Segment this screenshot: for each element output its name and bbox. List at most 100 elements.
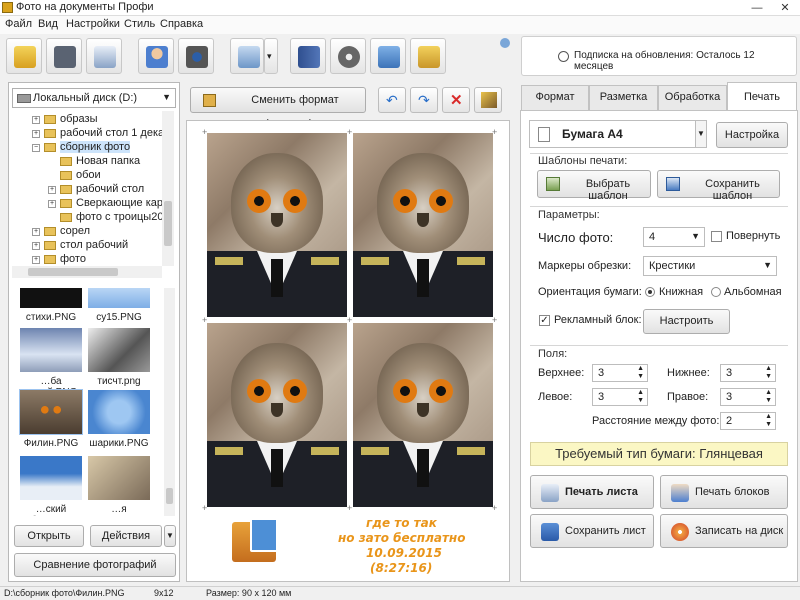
cart-button[interactable] (410, 38, 446, 74)
stepper-arrows-icon[interactable]: ▲ ▼ (637, 365, 644, 381)
thumbnail-item[interactable]: Филин.PNG (18, 389, 84, 449)
thumbnail-item[interactable]: …ский бор.PNG (18, 456, 84, 516)
thumbnail-item[interactable]: шарики.PNG (86, 390, 152, 449)
minimize-button[interactable]: — (744, 0, 770, 16)
choose-template-button[interactable]: Выбрать шаблон (537, 170, 651, 202)
crop-mark: + (202, 127, 208, 137)
thumbnail-item[interactable]: стихи.PNG (18, 288, 84, 323)
save-button[interactable] (46, 38, 82, 74)
collapse-icon[interactable]: − (32, 144, 40, 152)
thumbnail-image (19, 389, 83, 435)
spacing-stepper[interactable]: 2 ▲ ▼ (720, 412, 776, 430)
delete-button[interactable]: ✕ (442, 87, 470, 113)
drive-label: Локальный диск (D:) (33, 92, 138, 104)
menu-view[interactable]: Вид (38, 18, 58, 30)
thumbnail-item[interactable]: тисчт.png (86, 328, 152, 387)
close-toolbar-icon[interactable] (500, 38, 510, 48)
thumbnail-item[interactable]: …ба зимой.PNG (18, 328, 84, 398)
chevron-down-icon[interactable]: ▼ (695, 120, 707, 148)
stepper-arrows-icon[interactable]: ▲ ▼ (765, 413, 772, 429)
owl-photo[interactable] (353, 323, 493, 507)
burn-disc-button[interactable]: Записать на диск (660, 514, 788, 548)
expand-icon[interactable]: + (32, 130, 40, 138)
portrait-radio[interactable] (645, 287, 655, 297)
ad-block-checkbox[interactable]: ✓ (539, 315, 550, 326)
stepper-arrows-icon[interactable]: ▲ ▼ (637, 389, 644, 405)
rotate-right-button[interactable]: ↷ (410, 87, 438, 113)
tab-format[interactable]: Формат (521, 85, 589, 110)
book-button[interactable] (290, 38, 326, 74)
stepper-arrows-icon[interactable]: ▲ ▼ (765, 365, 772, 381)
film-button[interactable] (330, 38, 366, 74)
save-sheet-button[interactable]: Сохранить лист (530, 514, 654, 548)
print-button[interactable] (86, 38, 122, 74)
top-margin-stepper[interactable]: 3 ▲ ▼ (592, 364, 648, 382)
change-format-button[interactable]: Сменить формат фотографии (190, 87, 366, 130)
crop-mark: + (492, 315, 498, 325)
tree-horizontal-scrollbar[interactable] (12, 266, 162, 278)
drive-select[interactable]: Локальный диск (D:) ▼ (12, 88, 176, 108)
wizard-button[interactable] (6, 38, 42, 74)
left-margin-stepper[interactable]: 3 ▲ ▼ (592, 388, 648, 406)
floppy-icon (541, 523, 559, 541)
subscription-box[interactable]: Подписка на обновления: Осталось 12 меся… (521, 36, 797, 76)
stepper-arrows-icon[interactable]: ▲ ▼ (765, 389, 772, 405)
owl-photo[interactable] (353, 133, 493, 317)
paper-settings-button[interactable]: Настройка (716, 122, 788, 148)
chevron-down-icon: ▼ (691, 231, 700, 241)
paper-select[interactable]: Бумага А4 (529, 120, 707, 148)
configure-ad-button[interactable]: Настроить (643, 309, 730, 334)
owl-photo[interactable] (207, 133, 347, 317)
expand-icon[interactable]: + (32, 242, 40, 250)
actions-button[interactable]: Действия (90, 525, 162, 547)
menu-style[interactable]: Стиль (124, 18, 155, 30)
clock-icon (558, 51, 569, 62)
actions-dropdown[interactable]: ▼ (164, 525, 176, 547)
tab-print[interactable]: Печать (727, 82, 797, 111)
print-blocks-button[interactable]: Печать блоков (660, 475, 788, 509)
red-x-icon: ✕ (450, 92, 463, 109)
menu-settings[interactable]: Настройки (66, 18, 120, 30)
expand-icon[interactable]: + (32, 256, 40, 264)
landscape-radio[interactable] (711, 287, 721, 297)
camera-button[interactable] (178, 38, 214, 74)
right-margin-stepper[interactable]: 3 ▲ ▼ (720, 388, 776, 406)
tab-layout[interactable]: Разметка (589, 85, 658, 110)
person-button[interactable] (138, 38, 174, 74)
monitor-button[interactable] (230, 38, 264, 74)
tab-processing[interactable]: Обработка (658, 85, 727, 110)
scroll-thumb[interactable] (164, 201, 172, 246)
photo-count-select[interactable]: 4 ▼ (643, 227, 705, 247)
print-blocks-icon (671, 484, 689, 502)
compare-photos-button[interactable]: Сравнение фотографий (14, 553, 176, 577)
globe-button[interactable] (370, 38, 406, 74)
expand-icon[interactable]: + (32, 116, 40, 124)
markers-select[interactable]: Крестики ▼ (643, 256, 777, 276)
thumbnail-item[interactable]: cy15.PNG (86, 288, 152, 323)
thumbnail-scrollbar[interactable] (164, 288, 175, 516)
print-sheet-preview[interactable]: + + + + + + + + + (186, 120, 510, 582)
tree-vertical-scrollbar[interactable] (162, 111, 174, 266)
expand-icon[interactable]: + (32, 228, 40, 236)
thumbnail-item[interactable]: …я рисую.PNG (86, 456, 152, 516)
rotate-checkbox[interactable] (711, 231, 722, 242)
status-format: 9x12 (154, 588, 174, 598)
expand-icon[interactable]: + (48, 200, 56, 208)
owl-photo[interactable] (207, 323, 347, 507)
clear-button[interactable] (474, 87, 502, 113)
menu-help[interactable]: Справка (160, 18, 203, 30)
close-button[interactable]: ✕ (772, 0, 798, 16)
open-button[interactable]: Открыть (14, 525, 84, 547)
scroll-thumb[interactable] (28, 268, 118, 276)
monitor-dropdown[interactable]: ▾ (264, 38, 278, 74)
save-template-button[interactable]: Сохранить шаблон (657, 170, 780, 202)
scroll-thumb[interactable] (166, 488, 173, 504)
menu-bar: Файл Вид Настройки Стиль Справка (0, 16, 800, 34)
print-sheet-button[interactable]: Печать листа (530, 475, 654, 509)
save-template-icon (666, 177, 680, 191)
rotate-left-button[interactable]: ↶ (378, 87, 406, 113)
menu-file[interactable]: Файл (5, 18, 32, 30)
expand-icon[interactable]: + (48, 186, 56, 194)
bottom-margin-stepper[interactable]: 3 ▲ ▼ (720, 364, 776, 382)
rotate-left-icon: ↶ (386, 92, 398, 108)
